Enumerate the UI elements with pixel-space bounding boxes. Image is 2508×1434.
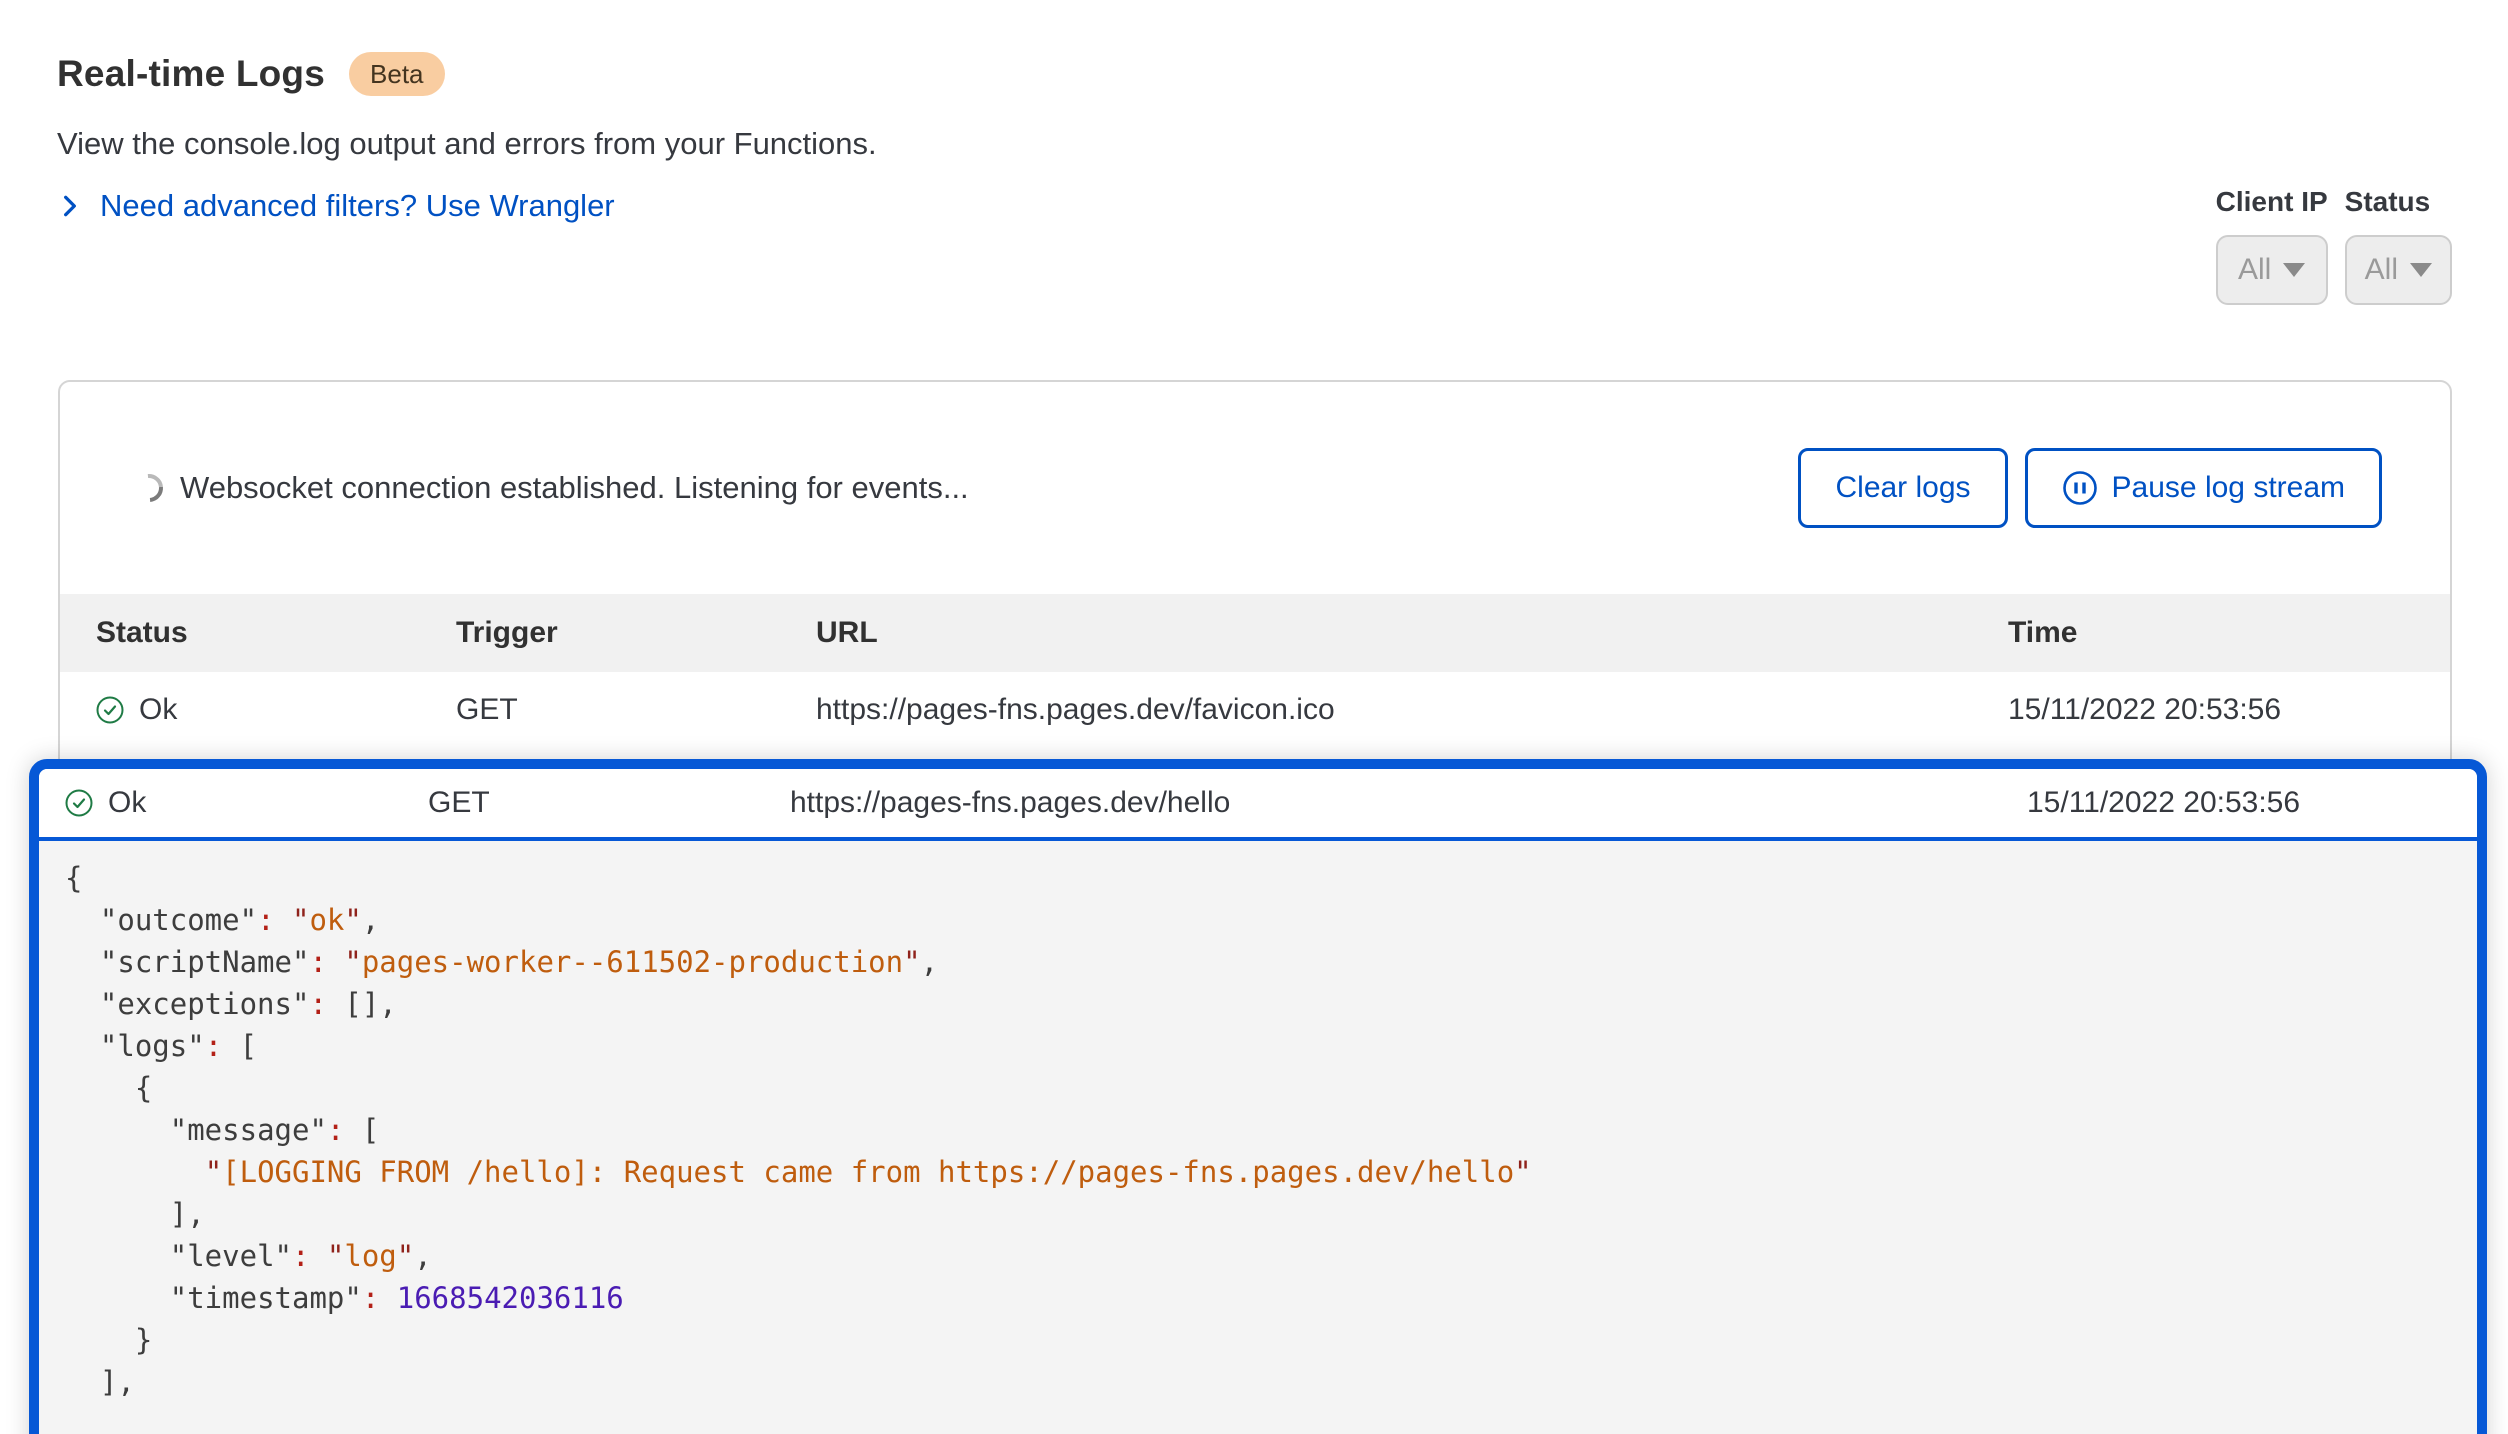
pause-log-stream-button[interactable]: Pause log stream	[2025, 448, 2382, 528]
pause-icon	[2062, 470, 2098, 506]
wrangler-link[interactable]: Need advanced filters? Use Wrangler	[57, 188, 615, 224]
status-cell: Ok	[65, 786, 428, 820]
log-json-view: { "outcome": "ok", "scriptName": "pages-…	[39, 841, 2477, 1433]
code-line: "message": [	[65, 1109, 2477, 1151]
code-line: "[LOGGING FROM /hello]: Request came fro…	[65, 1151, 2477, 1193]
column-header-url: URL	[816, 616, 2008, 650]
code-line: "timestamp": 1668542036116	[65, 1277, 2477, 1319]
column-header-time: Time	[2008, 616, 2450, 650]
status-filter: Status All	[2345, 186, 2452, 305]
url-cell: https://pages-fns.pages.dev/hello	[790, 786, 2027, 820]
code-line: "level": "log",	[65, 1235, 2477, 1277]
code-line: "exceptions": [],	[65, 983, 2477, 1025]
trigger-cell: GET	[456, 693, 816, 727]
expanded-log-row: Ok GET https://pages-fns.pages.dev/hello…	[29, 759, 2487, 1434]
status-dropdown[interactable]: All	[2345, 235, 2452, 305]
status-filter-value: All	[2365, 253, 2398, 287]
filters: Client IP All Status All	[2216, 186, 2452, 305]
ok-check-circle-icon	[65, 789, 93, 817]
code-line: "logs": [	[65, 1025, 2477, 1067]
column-header-trigger: Trigger	[456, 616, 816, 650]
pause-log-stream-label: Pause log stream	[2112, 471, 2345, 505]
code-line: {	[65, 1067, 2477, 1109]
stream-actions: Clear logs Pause log stream	[1798, 448, 2382, 528]
loading-spinner-icon	[129, 468, 168, 507]
chevron-down-icon	[2410, 263, 2432, 277]
page-header: Real-time Logs Beta	[57, 52, 445, 96]
stream-status-bar: Websocket connection established. Listen…	[60, 382, 2450, 594]
code-line: {	[65, 857, 2477, 899]
log-table-header: Status Trigger URL Time	[60, 594, 2450, 672]
time-cell: 15/11/2022 20:53:56	[2008, 693, 2450, 727]
beta-badge: Beta	[349, 52, 445, 96]
realtime-logs-page: Real-time Logs Beta View the console.log…	[0, 0, 2508, 1434]
trigger-cell: GET	[428, 786, 790, 820]
page-title: Real-time Logs	[57, 53, 325, 95]
client-ip-filter: Client IP All	[2216, 186, 2328, 305]
expanded-row-header[interactable]: Ok GET https://pages-fns.pages.dev/hello…	[39, 769, 2477, 841]
code-line: ],	[65, 1193, 2477, 1235]
ok-check-circle-icon	[96, 696, 124, 724]
chevron-right-icon	[57, 193, 83, 219]
column-header-status: Status	[96, 616, 456, 650]
time-cell: 15/11/2022 20:53:56	[2027, 786, 2477, 820]
status-filter-label: Status	[2345, 186, 2452, 218]
wrangler-link-text[interactable]: Need advanced filters? Use Wrangler	[100, 188, 615, 224]
client-ip-value: All	[2238, 253, 2271, 287]
stream-status-message: Websocket connection established. Listen…	[180, 470, 969, 506]
client-ip-label: Client IP	[2216, 186, 2328, 218]
clear-logs-button[interactable]: Clear logs	[1798, 448, 2007, 528]
code-line: "outcome": "ok",	[65, 899, 2477, 941]
client-ip-dropdown[interactable]: All	[2216, 235, 2328, 305]
code-line: }	[65, 1319, 2477, 1361]
chevron-down-icon	[2283, 263, 2305, 277]
url-cell: https://pages-fns.pages.dev/favicon.ico	[816, 693, 2008, 727]
status-value: Ok	[139, 693, 177, 727]
clear-logs-label: Clear logs	[1835, 471, 1970, 505]
code-line: ],	[65, 1361, 2477, 1403]
page-subtitle: View the console.log output and errors f…	[57, 126, 877, 162]
status-cell: Ok	[96, 693, 456, 727]
log-row-favicon[interactable]: Ok GET https://pages-fns.pages.dev/favic…	[60, 672, 2450, 747]
code-line: "scriptName": "pages-worker--611502-prod…	[65, 941, 2477, 983]
status-value: Ok	[108, 786, 146, 820]
